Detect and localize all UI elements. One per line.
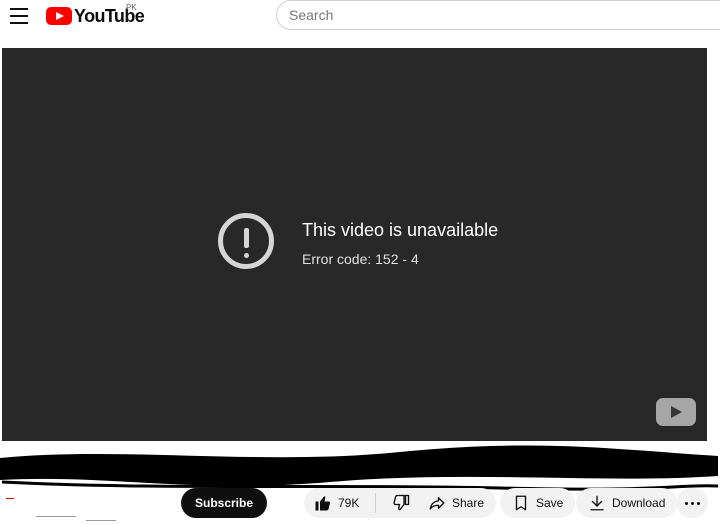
download-button[interactable]: Download xyxy=(576,488,678,518)
region-code: PK xyxy=(126,3,137,12)
share-label: Share xyxy=(452,496,485,510)
bookmark-icon xyxy=(512,494,530,512)
share-arrow-icon xyxy=(428,494,446,512)
youtube-watch-button[interactable] xyxy=(656,398,696,426)
thumbs-down-icon xyxy=(392,494,410,512)
youtube-play-logo-icon xyxy=(46,7,72,25)
video-player[interactable]: This video is unavailable Error code: 15… xyxy=(2,48,707,441)
error-title: This video is unavailable xyxy=(302,220,499,240)
save-button[interactable]: Save xyxy=(500,488,576,518)
menu-icon[interactable] xyxy=(10,8,28,24)
save-label: Save xyxy=(536,496,564,510)
search-input[interactable] xyxy=(276,0,720,30)
share-button[interactable]: Share xyxy=(416,488,497,518)
like-button[interactable]: 79K xyxy=(304,488,369,518)
more-dots-icon xyxy=(684,501,688,505)
download-label: Download xyxy=(612,496,666,510)
more-actions-button[interactable] xyxy=(676,488,708,518)
download-icon xyxy=(588,494,606,512)
action-row: Subscribe 79K Share Save Download xyxy=(0,484,720,524)
error-code: Error code: 152 - 4 xyxy=(302,251,419,267)
youtube-logo[interactable]: YouTube PK xyxy=(46,3,145,26)
error-icon xyxy=(218,213,274,269)
thumbs-up-icon xyxy=(314,494,332,512)
dislike-button[interactable] xyxy=(382,488,420,518)
channel-info[interactable] xyxy=(6,494,126,524)
subscribe-button[interactable]: Subscribe xyxy=(181,488,268,518)
like-count: 79K xyxy=(338,496,360,510)
like-divider xyxy=(375,493,377,513)
